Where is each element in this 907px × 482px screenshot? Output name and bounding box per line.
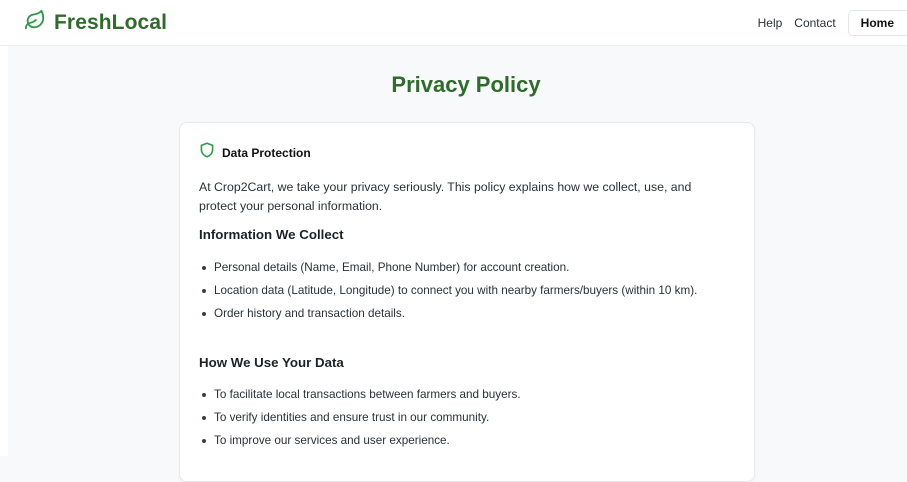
list-item: To improve our services and user experie… bbox=[199, 431, 734, 450]
top-navbar: FreshLocal Help Contact Home bbox=[0, 0, 907, 46]
list-item: To facilitate local transactions between… bbox=[199, 385, 734, 404]
page-title: Privacy Policy bbox=[391, 72, 541, 97]
use-list: To facilitate local transactions between… bbox=[199, 385, 734, 454]
leaf-icon bbox=[24, 9, 46, 36]
shield-icon bbox=[200, 142, 214, 163]
section-heading-collect: Information We Collect bbox=[199, 227, 344, 242]
list-item: Personal details (Name, Email, Phone Num… bbox=[199, 258, 734, 277]
collect-list: Personal details (Name, Email, Phone Num… bbox=[199, 258, 734, 327]
brand-name: FreshLocal bbox=[54, 10, 168, 34]
nav-home-button[interactable]: Home bbox=[847, 9, 907, 36]
nav-contact-link[interactable]: Contact bbox=[794, 16, 835, 30]
brand[interactable]: FreshLocal bbox=[24, 9, 167, 36]
intro-paragraph: At Crop2Cart, we take your privacy serio… bbox=[199, 180, 692, 213]
list-item: Order history and transaction details. bbox=[199, 304, 734, 323]
policy-card: Data Protection At Crop2Cart, we take yo… bbox=[179, 122, 755, 482]
list-item: To verify identities and ensure trust in… bbox=[199, 408, 734, 427]
card-header: Data Protection bbox=[200, 142, 311, 163]
list-item: Location data (Latitude, Longitude) to c… bbox=[199, 281, 734, 300]
left-edge-strip bbox=[0, 46, 8, 456]
nav-help-link[interactable]: Help bbox=[758, 16, 783, 30]
nav-links: Help Contact Home bbox=[758, 0, 907, 45]
section-heading-use: How We Use Your Data bbox=[199, 355, 344, 370]
card-title: Data Protection bbox=[222, 145, 311, 160]
